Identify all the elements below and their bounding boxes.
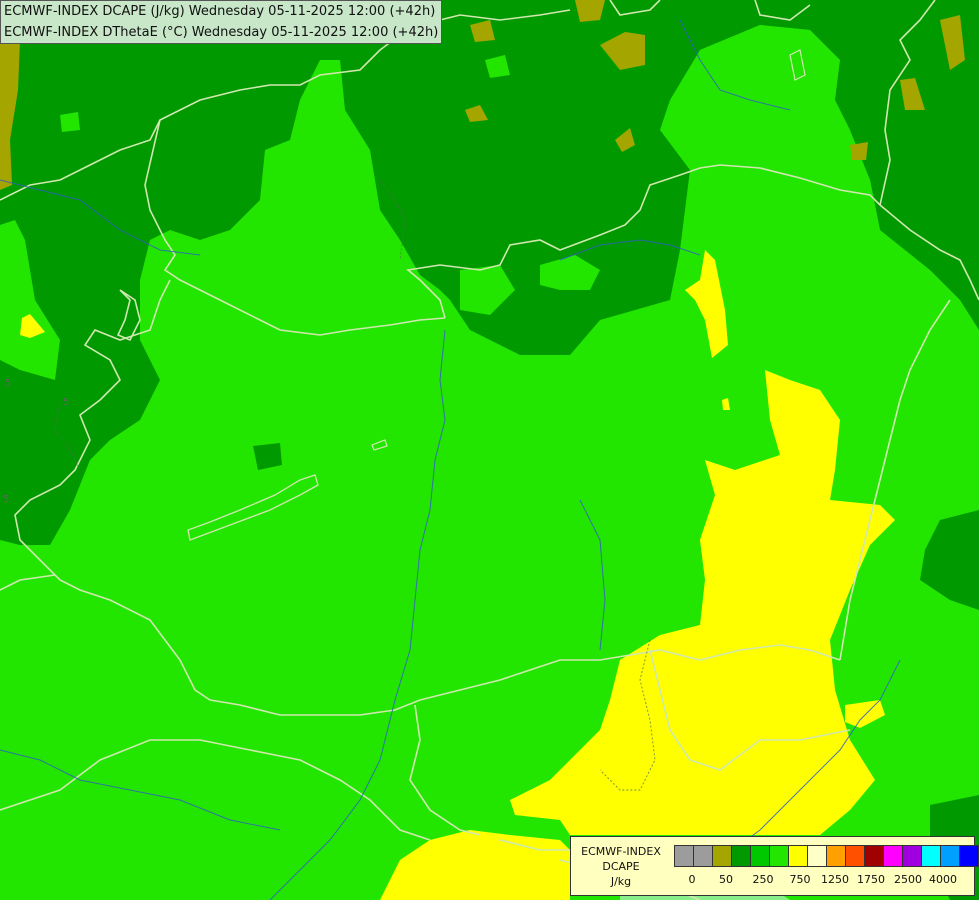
legend-swatch [902,845,922,867]
legend-swatch [921,845,941,867]
legend-swatch [750,845,770,867]
title-dcape: ECMWF-INDEX DCAPE (J/kg) Wednesday 05-11… [4,4,436,19]
legend-tick: 1250 [821,873,849,886]
legend-swatch [674,845,694,867]
legend-swatch [731,845,751,867]
legend-swatch [693,845,713,867]
dcape-map: 5 5 5 [0,0,979,900]
legend-tick: 50 [719,873,733,886]
legend-tick: 250 [752,873,774,886]
contour-label: 5 [5,378,11,389]
legend-swatch [769,845,789,867]
legend-swatch [959,845,979,867]
olive-patch-8 [850,142,868,160]
legend-swatch [883,845,903,867]
legend-tick: 4000 [929,873,957,886]
legend-swatch [864,845,884,867]
legend-tick: 0 [688,873,696,886]
legend-swatch [788,845,808,867]
map-title-box: ECMWF-INDEX DCAPE (J/kg) Wednesday 05-11… [0,0,443,44]
legend-swatch [826,845,846,867]
legend-swatches [674,845,979,867]
legend-tick: 1750 [857,873,885,886]
legend-tick: 750 [789,873,811,886]
bright-patch-4 [60,112,80,132]
legend-swatch [845,845,865,867]
map-viewer: 5 5 5 ECMWF-INDEX DCAPE (J/kg) Wednesday… [0,0,979,900]
legend-title-line1: ECMWF-INDEX [581,845,661,858]
legend-title-line2: DCAPE [602,860,640,873]
legend-tick: 2500 [894,873,922,886]
contour-label: 5 [3,494,9,505]
legend-swatch [712,845,732,867]
legend-swatch [807,845,827,867]
legend-swatch [940,845,960,867]
color-legend: ECMWF-INDEX DCAPE J/kg 0 50 250 750 1250… [570,836,979,896]
legend-ticks: 0 50 250 750 1250 1750 2500 4000 [571,873,976,889]
title-dthetae: ECMWF-INDEX DThetaE (°C) Wednesday 05-11… [4,25,439,40]
contour-label: 5 [63,397,69,408]
